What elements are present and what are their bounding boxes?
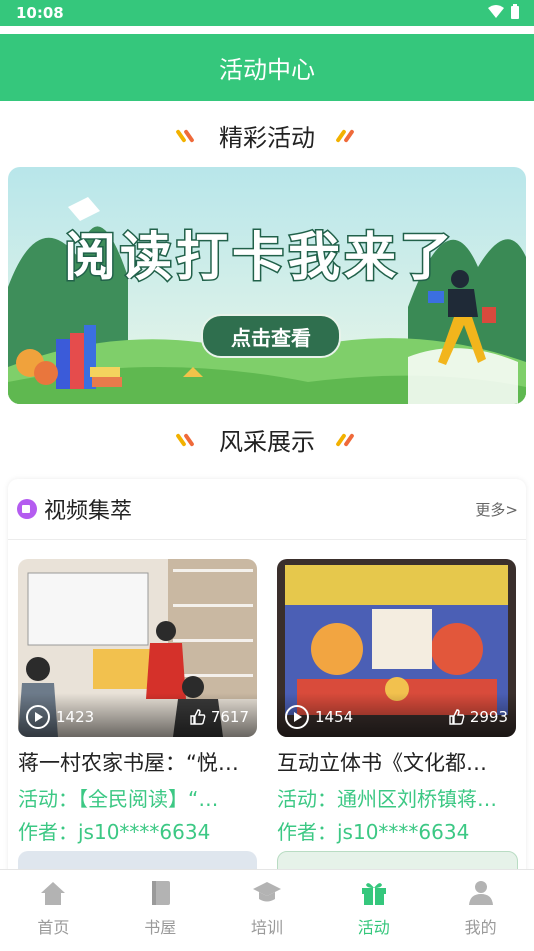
tab-label: 首页 bbox=[37, 918, 70, 937]
view-count: 1423 bbox=[56, 708, 95, 726]
page-header: 活动中心 bbox=[0, 34, 534, 101]
wifi-icon bbox=[488, 5, 504, 18]
main-content: 精彩活动 阅读打卡我来了 点击查看 风采展示 视频集萃 更多> 1423 761… bbox=[0, 101, 534, 869]
tab-training[interactable]: 培训 bbox=[214, 870, 321, 951]
activity-banner[interactable]: 阅读打卡我来了 点击查看 bbox=[8, 167, 526, 404]
video-title[interactable]: 蒋一村农家书屋：“悦… bbox=[18, 747, 257, 777]
tab-activity[interactable]: 活动 bbox=[320, 870, 427, 951]
banner-view-button[interactable]: 点击查看 bbox=[201, 314, 341, 358]
thumbs-up-icon bbox=[190, 709, 206, 725]
bottom-tab-bar: 首页 书屋 培训 活动 我的 bbox=[0, 869, 534, 951]
gift-icon bbox=[361, 883, 386, 905]
more-link[interactable]: 更多> bbox=[475, 499, 518, 520]
thumbs-up-icon bbox=[449, 709, 465, 725]
status-icons bbox=[488, 4, 520, 20]
video-camera-icon bbox=[17, 499, 37, 519]
like-count: 2993 bbox=[448, 708, 508, 726]
tab-mine[interactable]: 我的 bbox=[427, 870, 534, 951]
video-activity: 活动：【全民阅读】“… bbox=[18, 787, 219, 811]
section-title-featured: 精彩活动 bbox=[0, 115, 534, 155]
video-thumbnail[interactable]: 1454 2993 bbox=[277, 559, 516, 737]
title-deco-right-icon bbox=[333, 430, 357, 448]
tab-label: 活动 bbox=[357, 918, 390, 937]
video-item[interactable]: 1454 2993 互动立体书《文化都… 活动：通州区刘桥镇蒋… 作者：js10… bbox=[277, 559, 516, 845]
play-icon bbox=[285, 705, 309, 729]
status-bar: 10:08 bbox=[0, 0, 534, 26]
graduation-cap-icon bbox=[252, 882, 281, 902]
section-showcase-label: 风采展示 bbox=[219, 427, 315, 456]
battery-icon bbox=[511, 4, 519, 19]
video-author: 作者：js10****6634 bbox=[277, 820, 470, 844]
section-featured-label: 精彩活动 bbox=[219, 123, 315, 152]
video-item-partial[interactable] bbox=[277, 851, 518, 869]
like-count-value: 2993 bbox=[469, 708, 508, 726]
title-deco-left-icon bbox=[175, 126, 201, 144]
home-icon bbox=[41, 882, 66, 905]
card-header: 视频集萃 更多> bbox=[8, 479, 526, 540]
tab-bookhouse[interactable]: 书屋 bbox=[107, 870, 214, 951]
video-collection-card: 视频集萃 更多> 1423 7617 蒋一村农家书屋：“悦… 活动：【全民阅读】… bbox=[8, 479, 526, 869]
tab-label: 书屋 bbox=[144, 918, 177, 937]
title-deco-left-icon bbox=[175, 430, 201, 448]
view-count: 1454 bbox=[315, 708, 354, 726]
banner-headline: 阅读打卡我来了 bbox=[62, 227, 457, 290]
tab-home[interactable]: 首页 bbox=[0, 870, 107, 951]
status-time: 10:08 bbox=[16, 4, 64, 22]
tab-label: 我的 bbox=[464, 918, 497, 937]
video-activity: 活动：通州区刘桥镇蒋… bbox=[277, 787, 497, 811]
section-title-showcase: 风采展示 bbox=[0, 419, 534, 459]
video-item[interactable]: 1423 7617 蒋一村农家书屋：“悦… 活动：【全民阅读】“… 作者：js1… bbox=[18, 559, 257, 845]
video-author: 作者：js10****6634 bbox=[18, 820, 211, 844]
video-title[interactable]: 互动立体书《文化都… bbox=[277, 747, 516, 777]
title-deco-right-icon bbox=[333, 126, 357, 144]
video-item-partial[interactable] bbox=[18, 851, 257, 869]
card-title: 视频集萃 bbox=[44, 499, 133, 524]
page-title: 活动中心 bbox=[219, 56, 315, 84]
like-count: 7617 bbox=[189, 708, 249, 726]
play-icon bbox=[26, 705, 50, 729]
header-gap bbox=[0, 26, 534, 34]
video-thumbnail[interactable]: 1423 7617 bbox=[18, 559, 257, 737]
book-icon bbox=[152, 881, 171, 905]
like-count-value: 7617 bbox=[210, 708, 249, 726]
tab-label: 培训 bbox=[250, 918, 283, 937]
user-icon bbox=[468, 881, 493, 905]
